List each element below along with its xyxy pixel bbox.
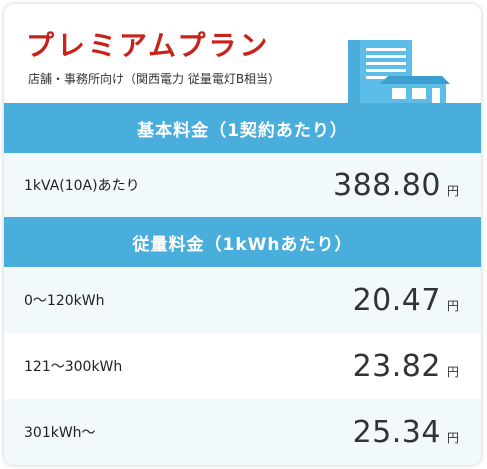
basic-fee-heading: 基本料金（1契約あたり） <box>4 103 481 153</box>
price-unit: 円 <box>446 364 459 379</box>
usage-fee-heading: 従量料金（1kWhあたり） <box>4 217 481 267</box>
price-value: 25.34 <box>352 414 441 450</box>
basic-fee-label: 1kVA(10A)あたり <box>24 178 140 194</box>
basic-fee-price: 388.80 円 <box>333 168 459 203</box>
price-unit: 円 <box>446 430 459 445</box>
price-unit: 円 <box>446 183 459 198</box>
usage-tier-price: 23.82 円 <box>353 349 459 384</box>
plan-subtitle: 店舗・事務所向け（関西電力 従量電灯B相当） <box>28 72 281 86</box>
price-unit: 円 <box>446 298 459 313</box>
usage-tier-price: 20.47 円 <box>353 283 459 318</box>
usage-tier-row: 0～120kWh 20.47 円 <box>4 267 481 333</box>
usage-tier-label: 301kWh～ <box>24 425 96 441</box>
price-value: 20.47 <box>352 282 441 318</box>
usage-tier-price: 25.34 円 <box>353 415 459 450</box>
usage-tier-row: 301kWh～ 25.34 円 <box>4 399 481 465</box>
usage-tier-label: 0～120kWh <box>24 293 105 309</box>
price-value: 388.80 <box>333 167 441 203</box>
plan-card: プレミアムプラン 店舗・事務所向け（関西電力 従量電灯B相当） 基本料金（1契約… <box>4 4 481 465</box>
plan-title: プレミアムプラン <box>26 29 271 62</box>
basic-fee-row: 1kVA(10A)あたり 388.80 円 <box>4 153 481 217</box>
usage-tier-row: 121～300kWh 23.82 円 <box>4 333 481 399</box>
usage-tier-label: 121～300kWh <box>24 359 123 375</box>
plan-header: プレミアムプラン 店舗・事務所向け（関西電力 従量電灯B相当） <box>4 4 481 103</box>
office-building-icon <box>348 40 450 103</box>
price-value: 23.82 <box>352 348 441 384</box>
